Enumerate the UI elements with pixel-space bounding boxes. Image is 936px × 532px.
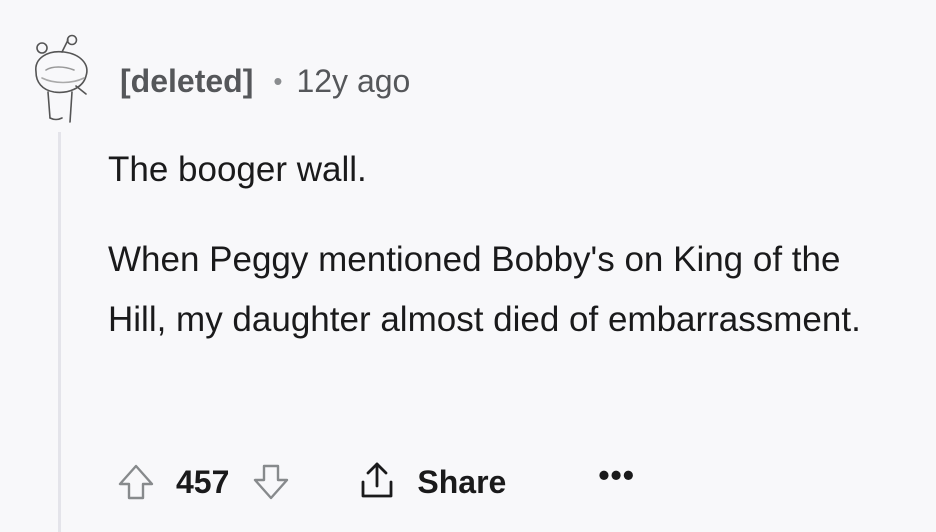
author-username[interactable]: [deleted]	[120, 63, 253, 100]
vote-score: 457	[176, 463, 230, 500]
comment-paragraph: When Peggy mentioned Bobby's on King of …	[108, 240, 861, 339]
more-options-button[interactable]: •••	[598, 459, 635, 499]
share-button[interactable]: Share	[355, 458, 506, 507]
share-label: Share	[417, 463, 507, 500]
comment: [deleted] • 12y ago The booger wall. Whe…	[0, 0, 936, 532]
comment-paragraph: The booger wall.	[108, 150, 367, 189]
comment-meta: [deleted] • 12y ago	[120, 58, 410, 104]
comment-actions: 457 Share •••	[114, 452, 635, 512]
comment-body: The booger wall. When Peggy mentioned Bo…	[108, 140, 908, 350]
share-icon	[355, 458, 399, 507]
downvote-arrow-icon[interactable]	[249, 460, 293, 504]
thread-line[interactable]	[58, 132, 61, 532]
meta-separator: •	[273, 65, 283, 96]
comment-age[interactable]: 12y ago	[296, 63, 410, 100]
upvote-arrow-icon[interactable]	[114, 460, 158, 504]
avatar-deleted-user-icon[interactable]	[28, 32, 92, 128]
